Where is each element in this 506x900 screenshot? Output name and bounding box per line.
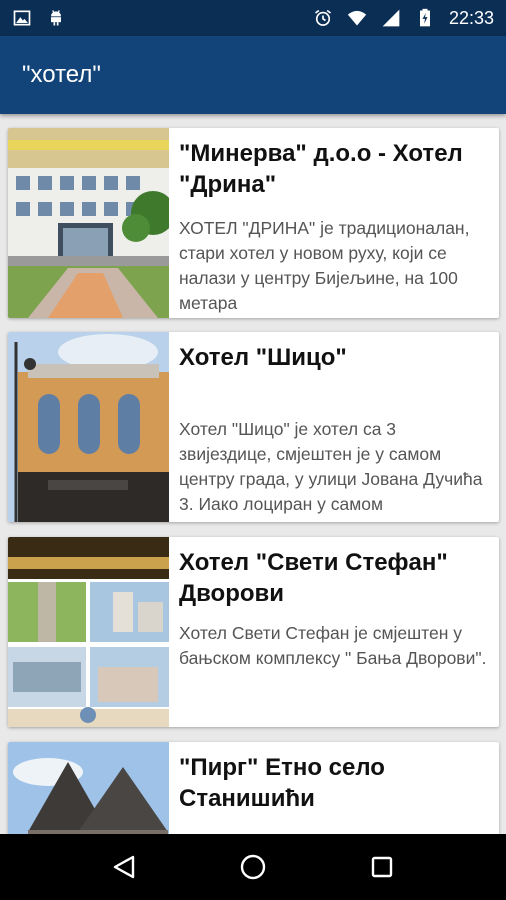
- hotel-sveti-stefan-collage: [8, 537, 169, 727]
- signal-icon: [382, 9, 400, 27]
- alarm-icon: [314, 9, 331, 26]
- android-icon: [51, 10, 61, 26]
- back-triangle-icon: [114, 855, 135, 879]
- result-title[interactable]: "Пирг" Етно село Станишићи: [179, 752, 487, 814]
- app-bar: "хотел": [0, 36, 506, 114]
- result-description: Хотел "Шицо" је хотел са 3 звијездице, с…: [179, 419, 483, 514]
- result-description: ХОТЕЛ "ДРИНА" је традиционалан, стари хо…: [179, 218, 470, 313]
- image-icon: [13, 10, 31, 26]
- recents-button[interactable]: [362, 847, 402, 887]
- home-circle-icon: [240, 854, 266, 880]
- status-bar: 22:33: [0, 0, 506, 36]
- result-card[interactable]: Хотел "Свети Стефан" Дворови Хотел Свети…: [8, 537, 499, 727]
- result-title[interactable]: Хотел "Шицо": [179, 342, 487, 373]
- result-title[interactable]: Хотел "Свети Стефан" Дворови: [179, 547, 487, 609]
- page-title: "хотел": [22, 61, 101, 88]
- home-button[interactable]: [233, 847, 273, 887]
- status-time: 22:33: [448, 7, 494, 28]
- wifi-icon: [347, 10, 367, 26]
- result-description: Хотел Свети Стефан је смјештен у бањском…: [179, 623, 487, 668]
- result-card[interactable]: Хотел "Шицо" Хотел "Шицо" је хотел са 3 …: [8, 332, 499, 522]
- result-card[interactable]: "Пирг" Етно село Станишићи: [8, 742, 499, 834]
- result-title[interactable]: "Минерва" д.о.о - Хотел "Дрина": [179, 138, 487, 200]
- hotel-sico-photo: [8, 332, 169, 522]
- recents-square-icon: [371, 856, 392, 878]
- hotel-drina-photo: [8, 128, 169, 318]
- navigation-bar: [0, 834, 506, 900]
- results-list[interactable]: "Минерва" д.о.о - Хотел "Дрина" ХОТЕЛ "Д…: [0, 114, 506, 834]
- battery-charging-icon: [419, 8, 430, 27]
- back-button[interactable]: [104, 847, 144, 887]
- pirg-etno-selo-photo: [8, 742, 169, 834]
- result-card[interactable]: "Минерва" д.о.о - Хотел "Дрина" ХОТЕЛ "Д…: [8, 128, 499, 318]
